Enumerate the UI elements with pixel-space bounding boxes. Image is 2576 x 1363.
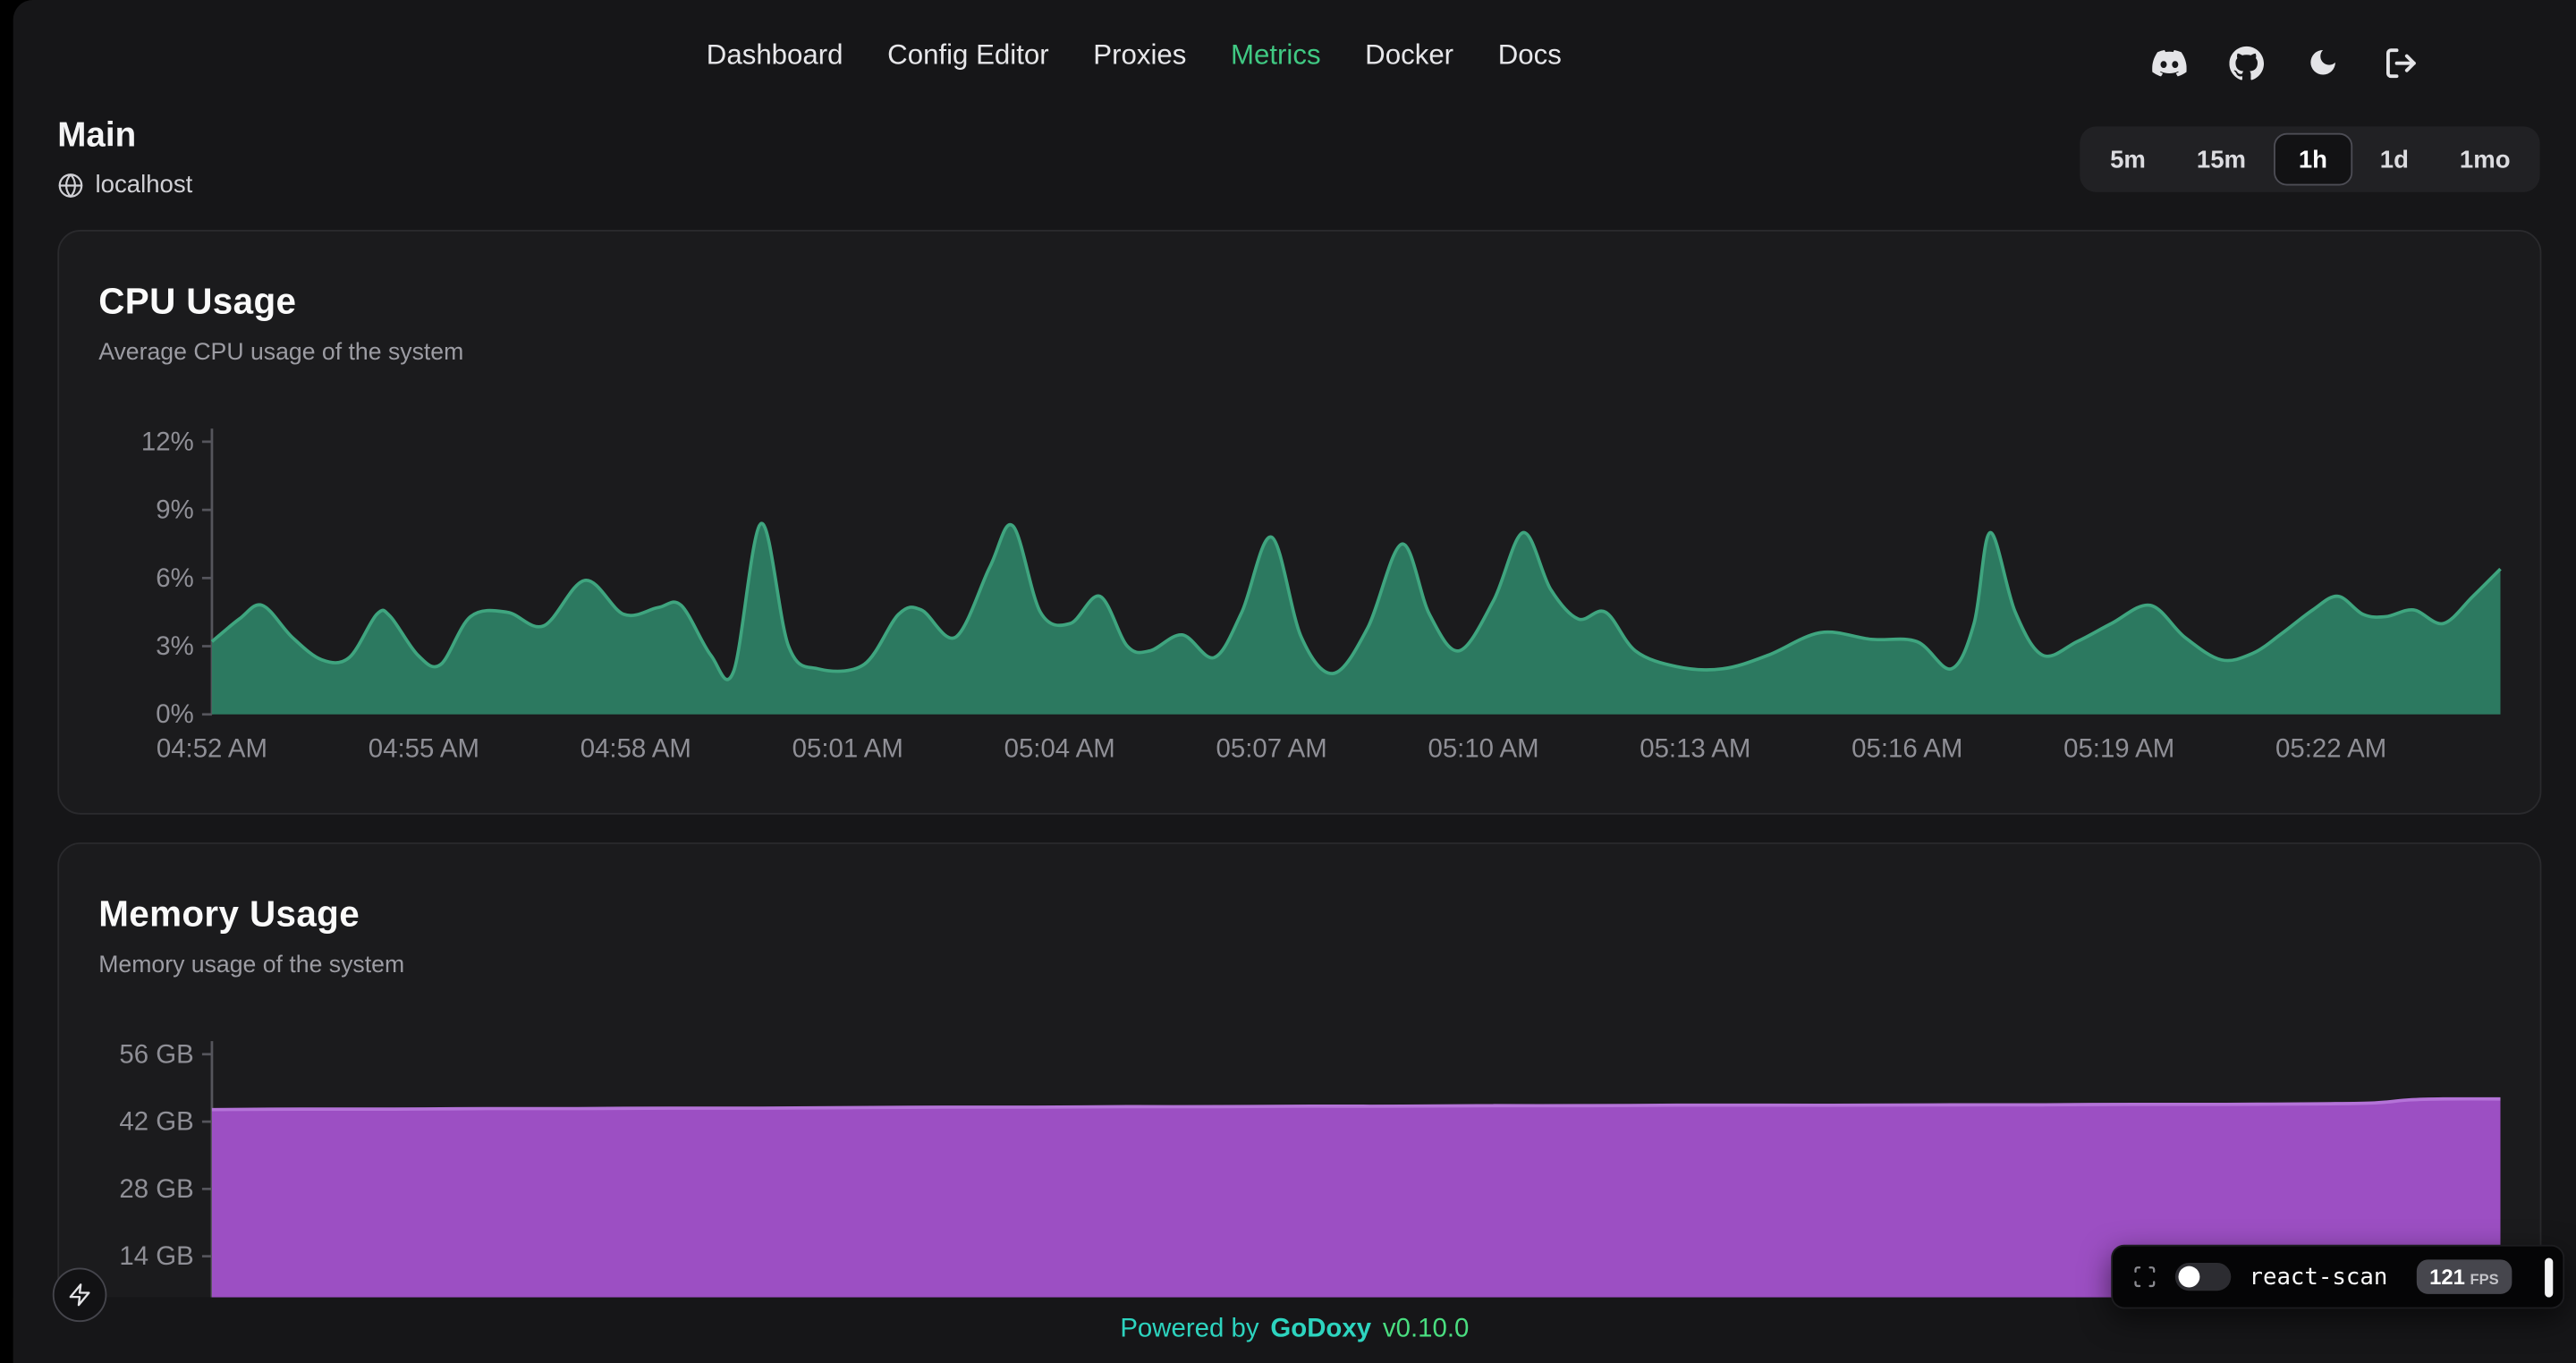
svg-text:28 GB: 28 GB	[119, 1174, 193, 1204]
svg-text:04:58 AM: 04:58 AM	[580, 733, 691, 763]
cpu-card-title: CPU Usage	[98, 281, 296, 324]
host-label: localhost	[96, 171, 193, 199]
time-range-selector: 5m 15m 1h 1d 1mo	[2080, 126, 2540, 191]
app-root: Dashboard Config Editor Proxies Metrics …	[13, 0, 2576, 1363]
svg-text:04:55 AM: 04:55 AM	[369, 733, 479, 763]
logout-icon	[2383, 45, 2418, 80]
app-window: Dashboard Config Editor Proxies Metrics …	[0, 0, 2576, 1363]
discord-button[interactable]	[2148, 41, 2190, 84]
zap-icon	[67, 1283, 92, 1308]
memory-card-title: Memory Usage	[98, 893, 360, 936]
svg-text:05:22 AM: 05:22 AM	[2275, 733, 2386, 763]
fps-value: 121	[2429, 1265, 2465, 1290]
discord-icon	[2151, 45, 2186, 80]
github-icon	[2229, 45, 2264, 80]
memory-card-subtitle: Memory usage of the system	[98, 952, 404, 978]
header-icon-group	[2148, 41, 2422, 84]
time-range-5m[interactable]: 5m	[2087, 133, 2168, 186]
host-row: localhost	[57, 171, 192, 199]
github-button[interactable]	[2224, 41, 2267, 84]
nav-config-editor[interactable]: Config Editor	[887, 39, 1049, 72]
fps-badge: 121 FPS	[2416, 1259, 2512, 1294]
theme-toggle-button[interactable]	[2301, 41, 2344, 84]
cpu-chart: 0% 3% 6% 9% 12% 04:52 AM 04:55 AM 04:58 AM 05:01…	[59, 416, 2543, 793]
svg-text:05:13 AM: 05:13 AM	[1640, 733, 1750, 763]
svg-text:05:19 AM: 05:19 AM	[2063, 733, 2174, 763]
moon-icon	[2307, 46, 2340, 79]
cpu-card-subtitle: Average CPU usage of the system	[98, 340, 463, 366]
svg-text:04:52 AM: 04:52 AM	[157, 733, 267, 763]
svg-text:56 GB: 56 GB	[119, 1039, 193, 1069]
page-title: Main	[57, 116, 136, 156]
svg-text:05:04 AM: 05:04 AM	[1004, 733, 1115, 763]
globe-icon	[57, 172, 83, 198]
svg-text:05:07 AM: 05:07 AM	[1216, 733, 1327, 763]
svg-text:3%: 3%	[156, 631, 193, 661]
time-range-1d[interactable]: 1d	[2357, 133, 2432, 186]
quick-actions-button[interactable]	[53, 1268, 107, 1323]
footer-powered-by: Powered by	[1120, 1316, 1258, 1345]
nav-docker[interactable]: Docker	[1365, 39, 1453, 72]
nav-metrics[interactable]: Metrics	[1231, 39, 1321, 72]
time-range-1h[interactable]: 1h	[2274, 133, 2351, 186]
svg-text:6%: 6%	[156, 563, 193, 593]
fps-unit: FPS	[2470, 1271, 2498, 1287]
time-range-1mo[interactable]: 1mo	[2436, 133, 2533, 186]
nav-proxies[interactable]: Proxies	[1093, 39, 1186, 72]
react-scan-toggle[interactable]	[2175, 1263, 2231, 1291]
time-range-15m[interactable]: 15m	[2174, 133, 2269, 186]
toolbar-drag-handle[interactable]	[2545, 1257, 2553, 1297]
toggle-knob	[2179, 1266, 2200, 1288]
footer-version: v0.10.0	[1383, 1316, 1469, 1345]
react-scan-label: react-scan	[2249, 1264, 2387, 1290]
svg-text:12%: 12%	[141, 427, 194, 456]
svg-text:9%: 9%	[156, 495, 193, 525]
svg-text:05:16 AM: 05:16 AM	[1852, 733, 1962, 763]
footer-brand-link[interactable]: GoDoxy	[1270, 1316, 1371, 1345]
nav-docs[interactable]: Docs	[1498, 39, 1562, 72]
svg-text:05:01 AM: 05:01 AM	[792, 733, 903, 763]
svg-text:0%: 0%	[156, 699, 193, 729]
svg-text:42 GB: 42 GB	[119, 1107, 193, 1137]
svg-text:05:10 AM: 05:10 AM	[1428, 733, 1538, 763]
react-scan-toolbar[interactable]: react-scan 121 FPS	[2111, 1245, 2564, 1309]
nav-dashboard[interactable]: Dashboard	[707, 39, 843, 72]
cpu-usage-card: CPU Usage Average CPU usage of the syste…	[57, 230, 2541, 815]
top-navigation: Dashboard Config Editor Proxies Metrics …	[707, 39, 1562, 72]
svg-text:14 GB: 14 GB	[119, 1241, 193, 1271]
logout-button[interactable]	[2379, 41, 2422, 84]
inspect-icon	[2132, 1265, 2157, 1290]
